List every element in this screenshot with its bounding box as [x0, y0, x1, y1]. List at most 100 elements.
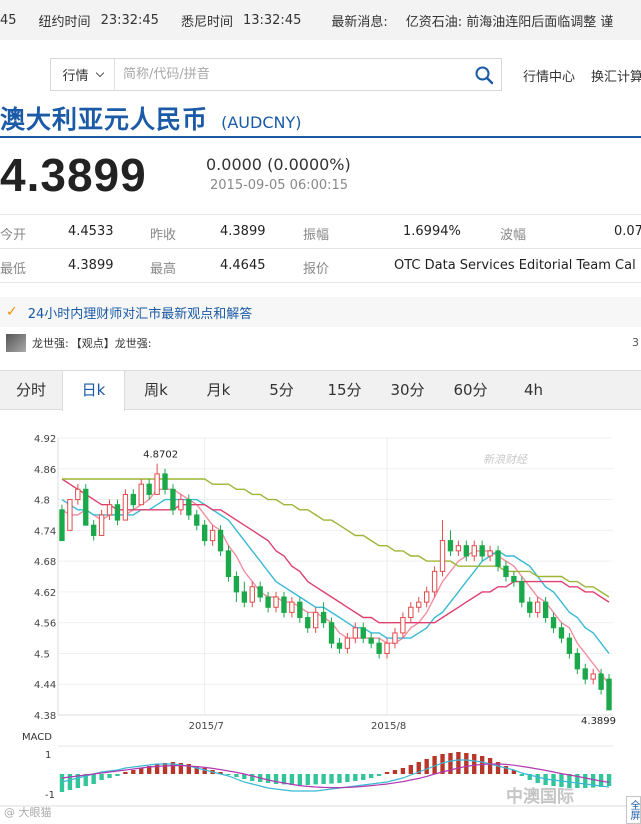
tab-daily[interactable]: 日k	[62, 371, 125, 411]
tab-weekly[interactable]: 周k	[125, 371, 187, 409]
candle-body	[566, 637, 573, 654]
search-box: 行情	[50, 58, 502, 91]
macd-bar	[472, 754, 477, 774]
ma-line-ma60	[62, 478, 610, 598]
macd-bar	[368, 774, 374, 778]
tab-15min[interactable]: 15分	[313, 371, 376, 409]
tab-intraday[interactable]: 分时	[0, 371, 62, 409]
candle-body	[146, 483, 152, 495]
candle-body	[114, 504, 121, 521]
candle-body	[233, 576, 240, 593]
search-input[interactable]	[115, 59, 467, 90]
candle-body	[289, 601, 295, 613]
ticker-lead: 45	[0, 12, 17, 28]
macd-bar	[606, 774, 612, 786]
candle-body	[328, 622, 335, 644]
news-label: 最新消息:	[331, 14, 388, 30]
macd-bar	[162, 763, 168, 774]
candle-body	[186, 499, 192, 516]
candle-body	[376, 642, 382, 654]
candle-body	[297, 601, 303, 619]
macd-bar	[353, 774, 358, 781]
candle-body	[384, 642, 390, 654]
price-annotation: 4.8702	[143, 450, 178, 461]
y-tick-label: 4.44	[34, 680, 56, 691]
y-tick-label: 4.62	[34, 588, 56, 599]
page-title: 澳大利亚元人民币 (AUDCNY)	[0, 100, 301, 136]
y-tick-label: 4.68	[34, 557, 56, 568]
macd-bar	[234, 774, 239, 777]
candle-body	[582, 668, 588, 680]
nav-market-center[interactable]: 行情中心	[523, 66, 575, 85]
candle-body	[534, 601, 541, 613]
candle-body	[598, 673, 604, 690]
avatar	[6, 334, 26, 352]
ma-line-ma20	[61, 478, 610, 624]
quote-timestamp: 2015-09-05 06:00:15	[210, 178, 349, 193]
open-label: 今开	[0, 228, 27, 243]
candle-body	[431, 570, 438, 593]
macd-bar	[464, 753, 469, 774]
macd-bar	[487, 758, 493, 774]
candle-body	[83, 488, 89, 526]
currency-pair-name: 澳大利亚元人民币	[0, 105, 209, 134]
macd-bar	[154, 764, 160, 774]
chart-period-tabs: 分时 日k 周k 月k 5分 15分 30分 60分 4h	[0, 370, 641, 411]
candle-body	[209, 529, 216, 542]
candle-body	[312, 611, 319, 629]
news-headline[interactable]: 亿资石油: 前海油连阳后面临调整 谨	[406, 11, 614, 30]
candle-body	[519, 581, 525, 603]
check-icon: ✓	[6, 304, 18, 320]
candle-body	[590, 673, 596, 680]
macd-bar	[123, 772, 128, 774]
search-button[interactable]	[467, 59, 501, 90]
candle-body	[439, 540, 446, 572]
macd-label: MACD	[22, 732, 52, 743]
price-annotation: 4.3899	[581, 716, 616, 727]
candle-body	[542, 601, 549, 619]
tab-30min[interactable]: 30分	[376, 371, 439, 409]
candle-body	[550, 617, 557, 629]
candle-body	[273, 596, 279, 608]
candlestick-chart[interactable]: 4.92 4.86 4.8 4.74 4.68 4.62 4.56 4.5 4.44 4.38 2…	[0, 420, 641, 824]
macd-bar	[583, 774, 588, 788]
y-tick-label: 4.92	[34, 434, 56, 445]
nav-fx-calculator[interactable]: 换汇计算	[591, 66, 641, 85]
macd-tick-label: 1	[45, 750, 51, 761]
quote-table: 今开 4.4533 昨收 4.3899 振幅 1.6994% 波幅 0.07 最…	[0, 214, 641, 283]
open-value: 4.4533	[68, 224, 114, 239]
tab-4h[interactable]: 4h	[502, 371, 565, 409]
candle-body	[178, 499, 184, 511]
candle-body	[194, 514, 200, 526]
market-select[interactable]: 行情	[51, 59, 115, 90]
macd-bar	[305, 774, 310, 785]
candle-body	[336, 642, 343, 649]
macd-bar	[408, 765, 414, 774]
tab-5min[interactable]: 5分	[250, 371, 313, 409]
amplitude-label: 振幅	[303, 228, 330, 243]
search-icon	[475, 66, 494, 84]
advisor-banner[interactable]: ✓ 24小时内理财师对汇市最新观点和解答	[0, 297, 641, 327]
candle-body	[265, 596, 271, 608]
fullscreen-button[interactable]: 全屏	[626, 796, 641, 824]
candle-body	[106, 504, 113, 516]
title-divider	[0, 136, 641, 138]
macd-bar	[337, 774, 342, 783]
candle-body	[90, 524, 97, 536]
x-tick-label: 2015/8	[371, 721, 406, 732]
search-row: 行情 行情中心 换汇计算	[0, 58, 641, 92]
candle-body	[455, 545, 462, 552]
ma-line-ma5	[61, 488, 610, 685]
macd-bar	[384, 772, 390, 774]
advisor-post[interactable]: 龙世强: 【观点】龙世强: 3	[0, 330, 641, 356]
range-label: 波幅	[500, 228, 527, 243]
quote-row: 今开 4.4533 昨收 4.3899 振幅 1.6994% 波幅 0.07	[0, 215, 641, 249]
amplitude-value: 1.6994%	[403, 224, 461, 239]
x-tick-label: 2015/7	[189, 721, 224, 732]
tab-monthly[interactable]: 月k	[187, 371, 250, 409]
macd-bar	[456, 752, 461, 774]
candle-body	[201, 524, 208, 542]
candle-body	[67, 499, 73, 531]
candle-body	[225, 550, 232, 577]
tab-60min[interactable]: 60分	[439, 371, 502, 409]
